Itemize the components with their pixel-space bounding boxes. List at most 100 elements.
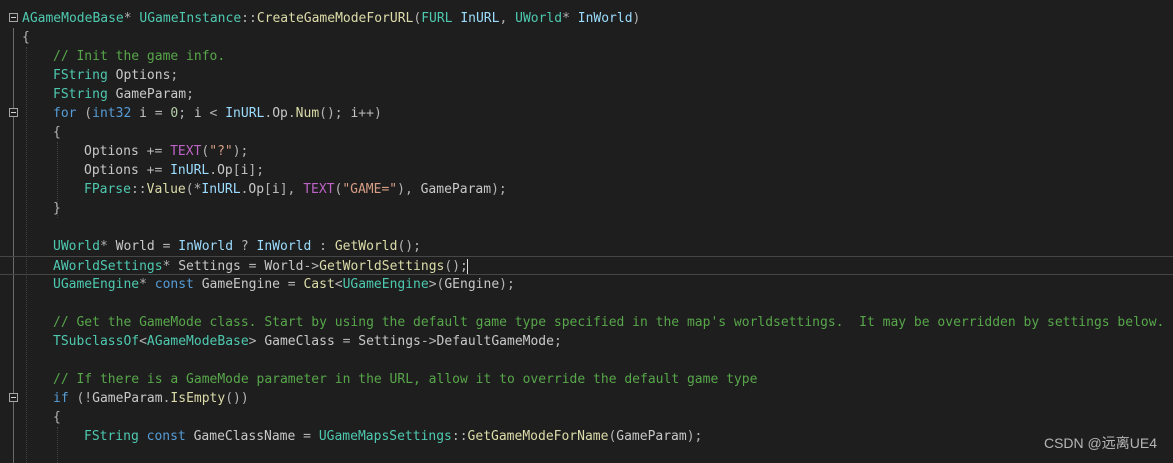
code-line[interactable]: UGameEngine* const GameEngine = Cast<UGa…: [0, 275, 1173, 294]
code-token: ;: [170, 68, 179, 83]
code-text: FParse::Value(*InURL.Op[i], TEXT("GAME="…: [84, 180, 507, 199]
code-text: FString GameParam;: [53, 85, 194, 104]
code-token: InURL: [225, 106, 265, 121]
code-token: Op: [272, 106, 288, 121]
code-token: i: [131, 106, 147, 121]
code-token: ),: [397, 182, 421, 197]
code-token: ?: [233, 239, 257, 254]
code-token: DefaultGameMode: [436, 334, 554, 349]
gutter: [0, 389, 22, 408]
code-token: InURL: [170, 163, 210, 178]
text-caret: [467, 259, 469, 274]
code-token: ;: [186, 87, 194, 102]
code-token: .: [264, 106, 273, 121]
code-line-current[interactable]: AWorldSettings* Settings = World->GetWor…: [0, 256, 1173, 275]
code-line[interactable]: for (int32 i = 0; i < InURL.Op.Num(); i+…: [0, 104, 1173, 123]
code-text: TSubclassOf<AGameModeBase> GameClass = S…: [53, 332, 562, 351]
code-line[interactable]: }: [0, 199, 1173, 218]
code-token: Settings: [178, 259, 241, 274]
code-token: ];: [248, 163, 265, 178]
code-text: // Init the game info.: [53, 47, 225, 66]
code-token: FString: [84, 429, 139, 444]
code-token: ()): [225, 391, 249, 406]
code-text: AWorldSettings* Settings = World->GetWor…: [53, 257, 468, 276]
code-token: +=: [138, 144, 171, 159]
code-line[interactable]: Options += InURL.Op[i];: [0, 161, 1173, 180]
code-line[interactable]: [0, 218, 1173, 237]
code-token: UGameEngine: [53, 277, 140, 292]
code-token: (*: [185, 182, 202, 197]
code-token: <: [201, 106, 226, 121]
code-token: >(: [428, 277, 445, 292]
code-line[interactable]: UWorld* World = InWorld ? InWorld : GetW…: [0, 237, 1173, 256]
gutter: [0, 66, 22, 85]
code-token: FString: [53, 68, 108, 83]
code-token: "GAME=": [342, 182, 398, 197]
code-token: Settings: [358, 334, 421, 349]
code-token: TEXT: [170, 144, 202, 159]
code-token: TEXT: [303, 182, 335, 197]
code-token: {: [53, 125, 61, 140]
code-token: if: [53, 391, 69, 406]
code-token: <: [334, 277, 343, 292]
code-line[interactable]: FString GameParam;: [0, 85, 1173, 104]
code-line[interactable]: {: [0, 28, 1173, 47]
code-token: *: [162, 259, 179, 274]
code-token: GameParam: [107, 87, 187, 102]
code-token: =: [279, 277, 304, 292]
code-token: UWorld: [515, 11, 563, 26]
code-text: // Get the GameMode class. Start by usin…: [53, 313, 1164, 332]
code-text: FString const GameClassName = UGameMapsS…: [84, 427, 702, 446]
code-token: // If there is a GameMode parameter in t…: [53, 372, 758, 387]
code-line[interactable]: [0, 446, 1173, 463]
collapse-minus-icon[interactable]: [9, 13, 18, 22]
code-token: ::: [130, 182, 147, 197]
code-token: Value: [146, 182, 186, 197]
code-token: GameClass: [264, 334, 335, 349]
code-text: FString Options;: [53, 66, 178, 85]
code-token: }: [53, 201, 61, 216]
code-token: ): [632, 11, 641, 26]
code-token: UWorld: [53, 239, 100, 254]
code-token: );: [232, 144, 249, 159]
gutter: [0, 28, 22, 47]
code-token: =: [154, 239, 179, 254]
code-line[interactable]: if (!GameParam.IsEmpty()): [0, 389, 1173, 408]
code-line[interactable]: // Get the GameMode class. Start by usin…: [0, 313, 1173, 332]
code-token: Options: [84, 163, 139, 178]
code-line[interactable]: {: [0, 123, 1173, 142]
gutter: [0, 446, 22, 463]
gutter: [0, 218, 22, 237]
code-text: {: [53, 408, 61, 427]
collapse-minus-icon[interactable]: [9, 393, 18, 402]
code-token: InURL: [201, 182, 241, 197]
code-line[interactable]: [0, 294, 1173, 313]
code-line[interactable]: FParse::Value(*InURL.Op[i], TEXT("GAME="…: [0, 180, 1173, 199]
code-token: >: [248, 334, 265, 349]
code-line[interactable]: TSubclassOf<AGameModeBase> GameClass = S…: [0, 332, 1173, 351]
code-text: UGameEngine* const GameEngine = Cast<UGa…: [53, 275, 515, 294]
gutter: [0, 104, 22, 123]
code-line[interactable]: AGameModeBase* UGameInstance::CreateGame…: [0, 9, 1173, 28]
code-token: (: [76, 106, 93, 121]
code-editor[interactable]: AGameModeBase* UGameInstance::CreateGame…: [0, 0, 1173, 463]
code-token: i: [271, 182, 280, 197]
gutter: [0, 427, 22, 446]
code-token: ],: [279, 182, 304, 197]
code-token: ::: [451, 429, 468, 444]
collapse-minus-icon[interactable]: [9, 108, 18, 117]
code-token: Num: [295, 106, 320, 121]
code-line[interactable]: // Init the game info.: [0, 47, 1173, 66]
code-token: const: [138, 429, 186, 444]
gutter: [0, 257, 22, 276]
code-line[interactable]: FString Options;: [0, 66, 1173, 85]
code-line[interactable]: // If there is a GameMode parameter in t…: [0, 370, 1173, 389]
code-token: GameParam: [420, 182, 492, 197]
code-line[interactable]: {: [0, 408, 1173, 427]
code-token: ->: [303, 259, 320, 274]
gutter: [0, 123, 22, 142]
code-line[interactable]: FString const GameClassName = UGameMapsS…: [0, 427, 1173, 446]
code-line[interactable]: Options += TEXT("?");: [0, 142, 1173, 161]
code-line[interactable]: [0, 351, 1173, 370]
code-token: =: [295, 429, 319, 444]
